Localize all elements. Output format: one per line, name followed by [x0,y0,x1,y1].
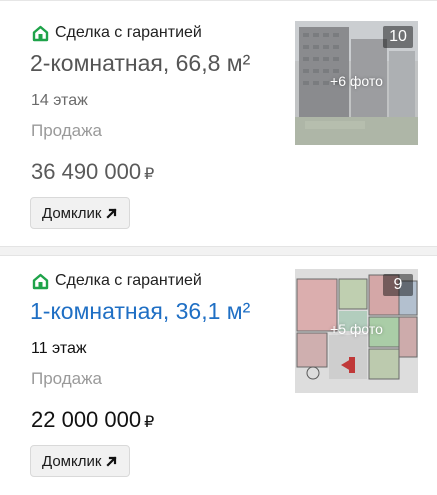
listing-photo[interactable]: 10 +6 фото [295,21,418,145]
price-value: 36 490 000 [31,159,142,184]
domclick-button-label: Домклик [42,452,102,470]
floor-info: 14 этаж [31,92,88,109]
price-value: 22 000 000 [31,407,142,432]
badge-label: Сделка с гарантией [55,272,202,289]
listing-title[interactable]: 1-комнатная, 36,1 м² [30,298,250,325]
photo-count: 10 [383,26,413,48]
price: 22 000 000 ₽ [31,407,154,433]
house-shield-icon [32,25,49,41]
badge-label: Сделка с гарантией [55,24,202,41]
domclick-button[interactable]: Домклик [30,197,131,229]
domclick-button[interactable]: Домклик [30,445,131,477]
listing-title[interactable]: 2-комнатная, 66,8 м² [30,50,250,77]
currency-sign: ₽ [144,414,155,431]
listing-card-2[interactable]: Сделка с гарантией 1-комнатная, 36,1 м² … [0,256,437,495]
domclick-button-label: Домклик [42,204,102,222]
deal-type: Продажа [31,369,102,388]
photo-count: 9 [383,274,413,296]
card-separator [0,246,437,256]
arrow-up-right-icon [106,207,117,219]
more-photos-label: +5 фото [330,321,383,337]
house-shield-icon [32,273,49,289]
more-photos-label: +6 фото [330,73,383,89]
listing-photo[interactable]: 9 +5 фото [295,269,418,393]
guarantee-badge: Сделка с гарантией [32,24,202,42]
deal-type: Продажа [31,121,102,140]
listing-card-1[interactable]: Сделка с гарантией 2-комнатная, 66,8 м² … [0,0,437,246]
currency-sign: ₽ [144,166,155,183]
price: 36 490 000 ₽ [31,159,154,185]
guarantee-badge: Сделка с гарантией [32,272,202,290]
floor-info: 11 этаж [31,340,87,357]
arrow-up-right-icon [106,455,117,467]
